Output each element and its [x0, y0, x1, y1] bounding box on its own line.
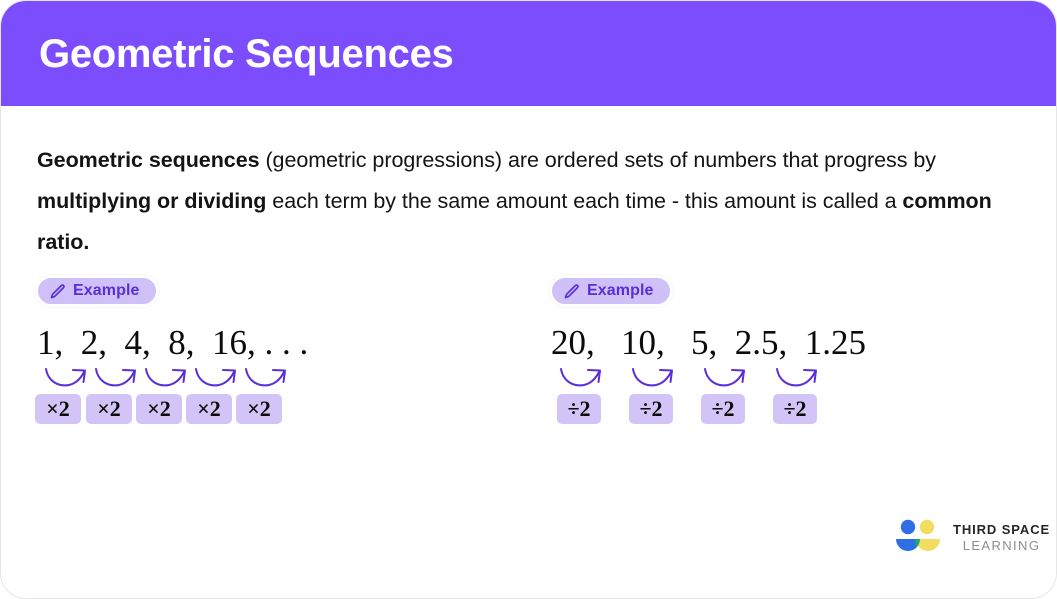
logo-mark-icon [894, 518, 942, 556]
page-title: Geometric Sequences [39, 31, 454, 76]
example-badge: Example [549, 275, 673, 307]
definition-segment-1: (geometric progressions) are ordered set… [259, 148, 936, 172]
definition-paragraph: Geometric sequences (geometric progressi… [37, 140, 1022, 263]
brand-logo: THIRD SPACE LEARNING [894, 518, 1050, 556]
operations-row-right: ÷2 ÷2 ÷2 ÷2 [549, 394, 866, 424]
operations-row-left: ×2 ×2 ×2 ×2 ×2 [35, 394, 308, 424]
example-block-right: Example 20, 10, 5, 2.5, 1.25 ÷2 ÷2 ÷2 ÷2 [549, 275, 866, 424]
logo-wordmark: THIRD SPACE LEARNING [953, 523, 1050, 552]
logo-line-2: LEARNING [962, 537, 1041, 553]
header-bar: Geometric Sequences [1, 1, 1056, 106]
operation-chip: ÷2 [773, 394, 817, 424]
pencil-icon [563, 283, 580, 300]
example-badge: Example [35, 275, 159, 307]
sequence-terms-left: 1, 2, 4, 8, 16, . . . [37, 323, 309, 362]
operation-chip: ×2 [236, 394, 282, 424]
example-badge-label: Example [73, 282, 140, 299]
operation-chip: ×2 [186, 394, 232, 424]
definition-segment-3: each term by the same amount each time -… [266, 189, 903, 213]
operation-chip: ×2 [86, 394, 132, 424]
operation-chip: ÷2 [629, 394, 673, 424]
operation-chip: ×2 [136, 394, 182, 424]
pencil-icon [49, 283, 66, 300]
sequence-terms-right: 20, 10, 5, 2.5, 1.25 [551, 323, 866, 362]
example-block-left: Example 1, 2, 4, 8, 16, . . . ×2 ×2 ×2 ×2 ×2 [35, 275, 308, 424]
definition-segment-0: Geometric sequences [37, 148, 260, 172]
arrows-row-left [35, 366, 308, 392]
operation-chip: ÷2 [557, 394, 601, 424]
logo-line-1: THIRD SPACE [953, 521, 1051, 537]
operation-chip: ÷2 [701, 394, 745, 424]
example-badge-label: Example [587, 282, 654, 299]
operation-chip: ×2 [35, 394, 81, 424]
definition-segment-2: multiplying or dividing [37, 189, 267, 213]
lesson-card: Geometric Sequences Geometric sequences … [0, 0, 1057, 599]
arrows-row-right [549, 366, 866, 392]
